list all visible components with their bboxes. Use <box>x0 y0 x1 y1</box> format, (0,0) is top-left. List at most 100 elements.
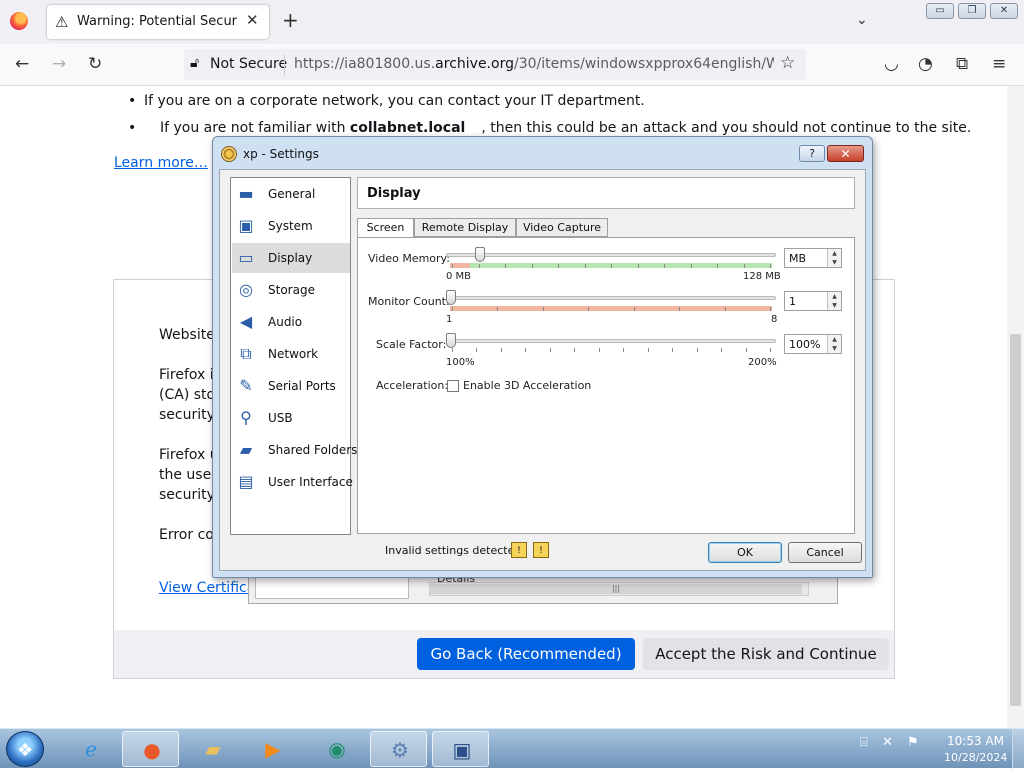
url-bar[interactable]: 🔓︎ Not Secure https://ia801800.us.archiv… <box>184 49 806 80</box>
ok-button[interactable]: OK <box>708 542 782 563</box>
monitor-count-spinbox[interactable]: 1 ▲ ▼ <box>784 291 842 311</box>
minimize-button[interactable]: ▭ <box>926 3 954 19</box>
scale-factor-slider-thumb[interactable] <box>446 333 456 348</box>
show-desktop-button[interactable] <box>1012 729 1024 769</box>
slider-tick <box>598 348 600 352</box>
network-icon: ⧉ <box>240 344 252 363</box>
view-certificate-link[interactable]: View Certifica <box>159 580 255 596</box>
scale-factor-spinbox[interactable]: 100% ▲ ▼ <box>784 334 842 354</box>
taskbar-explorer[interactable]: ▰ <box>184 731 241 767</box>
taskbar-media-player[interactable]: ▶ <box>244 731 301 767</box>
help-button[interactable]: ? <box>799 145 825 162</box>
enable-3d-checkbox[interactable] <box>447 380 459 392</box>
chevron-down-icon[interactable]: ⌄ <box>856 12 868 28</box>
nav-item-label: System <box>268 219 313 233</box>
monitor-count-max: 8 <box>771 314 778 325</box>
taskbar-tool[interactable]: ⚙ <box>370 731 427 767</box>
slider-tick <box>770 307 771 311</box>
nav-item-user-interface[interactable]: ▤ User Interface <box>232 467 352 497</box>
slider-tick <box>476 348 478 352</box>
monitor-count-label: Monitor Count: <box>368 295 450 308</box>
horizontal-scrollbar[interactable]: ||| <box>429 582 809 596</box>
tab-video-capture[interactable]: Video Capture <box>516 218 608 237</box>
taskbar-ie[interactable]: ℯ <box>62 731 119 767</box>
tool-icon: ⚙ <box>391 738 409 762</box>
tab-screen[interactable]: Screen <box>357 218 414 238</box>
close-window-button[interactable]: ✕ <box>990 3 1018 19</box>
page-scrollbar[interactable] <box>1007 86 1024 728</box>
enable-3d-label[interactable]: Enable 3D Acceleration <box>463 379 591 392</box>
back-arrow-icon[interactable]: ← <box>15 54 29 74</box>
nav-item-shared-folders[interactable]: ▰ Shared Folders <box>232 435 358 465</box>
nav-item-system[interactable]: ▣ System <box>232 211 350 241</box>
page-scrollbar-thumb[interactable] <box>1010 334 1021 706</box>
nav-item-network[interactable]: ⧉ Network <box>232 339 350 369</box>
nav-item-storage[interactable]: ◎ Storage <box>232 275 350 305</box>
pocket-icon[interactable]: ◡ <box>884 54 899 74</box>
learn-more-link[interactable]: Learn more… <box>114 155 208 171</box>
spin-up-icon[interactable]: ▲ <box>827 292 841 301</box>
scale-factor-value: 100% <box>789 338 821 351</box>
slider-tick <box>743 264 745 268</box>
slider-tick <box>588 307 590 311</box>
slider-tick <box>505 264 506 268</box>
spin-down-icon[interactable]: ▼ <box>827 344 841 353</box>
clock-time[interactable]: 10:53 AM <box>947 734 1004 748</box>
url-text[interactable]: https://ia801800.us.archive.org/30/items… <box>294 56 774 72</box>
website-text: Website <box>159 327 215 343</box>
dialog-close-button[interactable]: ✕ <box>827 145 864 162</box>
firefox-text-2-line3: security <box>159 487 215 503</box>
settings-dialog: xp - Settings ? ✕ ▬ General ▣ System ▭ Displa… <box>212 136 873 578</box>
restore-button[interactable]: ❐ <box>958 3 986 19</box>
start-button[interactable]: ❖ <box>6 731 44 767</box>
scrollbar-thumb[interactable]: ||| <box>430 584 802 594</box>
lock-icon[interactable]: 🔓︎ <box>190 55 199 71</box>
account-icon[interactable]: ◔ <box>918 54 933 74</box>
go-back-button[interactable]: Go Back (Recommended) <box>417 638 635 670</box>
firefox-logo-icon[interactable] <box>10 12 28 30</box>
nav-item-display[interactable]: ▭ Display <box>232 243 350 273</box>
accept-risk-button[interactable]: Accept the Risk and Continue <box>643 638 889 670</box>
browser-tab[interactable]: ⚠ Warning: Potential Security Risk Ahead… <box>47 5 269 39</box>
taskbar-app[interactable]: ◉ <box>308 731 365 767</box>
nav-item-audio[interactable]: ◀ Audio <box>232 307 350 337</box>
action-center-flag-icon[interactable]: ⚑ <box>907 735 919 750</box>
nav-item-label: Serial Ports <box>268 379 336 393</box>
warning-icon[interactable]: ! <box>533 542 549 558</box>
bookmark-star-icon[interactable]: ☆ <box>780 53 795 73</box>
extensions-icon[interactable]: ⧉ <box>956 54 968 74</box>
nav-item-serial-ports[interactable]: ✎ Serial Ports <box>232 371 350 401</box>
nav-item-usb[interactable]: ⚲ USB <box>232 403 350 433</box>
volume-muted-icon[interactable]: ✕ <box>882 735 893 750</box>
storage-icon: ◎ <box>239 280 253 299</box>
video-memory-value: MB <box>789 252 807 265</box>
spin-down-icon[interactable]: ▼ <box>827 301 841 310</box>
menu-icon[interactable]: ≡ <box>992 54 1006 74</box>
nav-item-label: General <box>268 187 316 201</box>
taskbar: ❖ ℯ ● ▰ ▶ ◉ ⚙ ▣ ⌸ ✕ ⚑ 10:53 AM 10/28/202… <box>0 728 1024 769</box>
warning-icon[interactable]: ! <box>511 542 527 558</box>
audio-icon: ◀ <box>239 312 253 331</box>
monitor-count-slider-thumb[interactable] <box>446 290 456 305</box>
firefox-text-1: Firefox i (CA) sto security. <box>159 365 217 425</box>
network-icon[interactable]: ⌸ <box>860 735 868 750</box>
taskbar-firefox[interactable]: ● <box>122 731 179 767</box>
cancel-button[interactable]: Cancel <box>788 542 862 563</box>
spin-up-icon[interactable]: ▲ <box>827 335 841 344</box>
bullet-unfamiliar: If you are not familiar with collabnet.l… <box>128 120 971 136</box>
spin-up-icon[interactable]: ▲ <box>827 249 841 258</box>
spin-down-icon[interactable]: ▼ <box>827 258 841 267</box>
clock-date[interactable]: 10/28/2024 <box>944 751 1007 764</box>
nav-item-general[interactable]: ▬ General <box>232 179 350 209</box>
reload-icon[interactable]: ↻ <box>88 54 102 74</box>
new-tab-icon[interactable]: + <box>282 10 299 30</box>
slider-tick <box>531 264 533 268</box>
forward-arrow-icon[interactable]: → <box>52 54 66 74</box>
taskbar-virtualbox[interactable]: ▣ <box>432 731 489 767</box>
video-memory-slider-thumb[interactable] <box>474 247 485 262</box>
close-tab-icon[interactable]: ✕ <box>246 11 259 29</box>
tab-remote-display[interactable]: Remote Display <box>414 218 516 237</box>
slider-tick <box>717 264 718 268</box>
video-memory-spinbox[interactable]: MB ▲ ▼ <box>784 248 842 268</box>
slider-tick <box>584 264 586 268</box>
